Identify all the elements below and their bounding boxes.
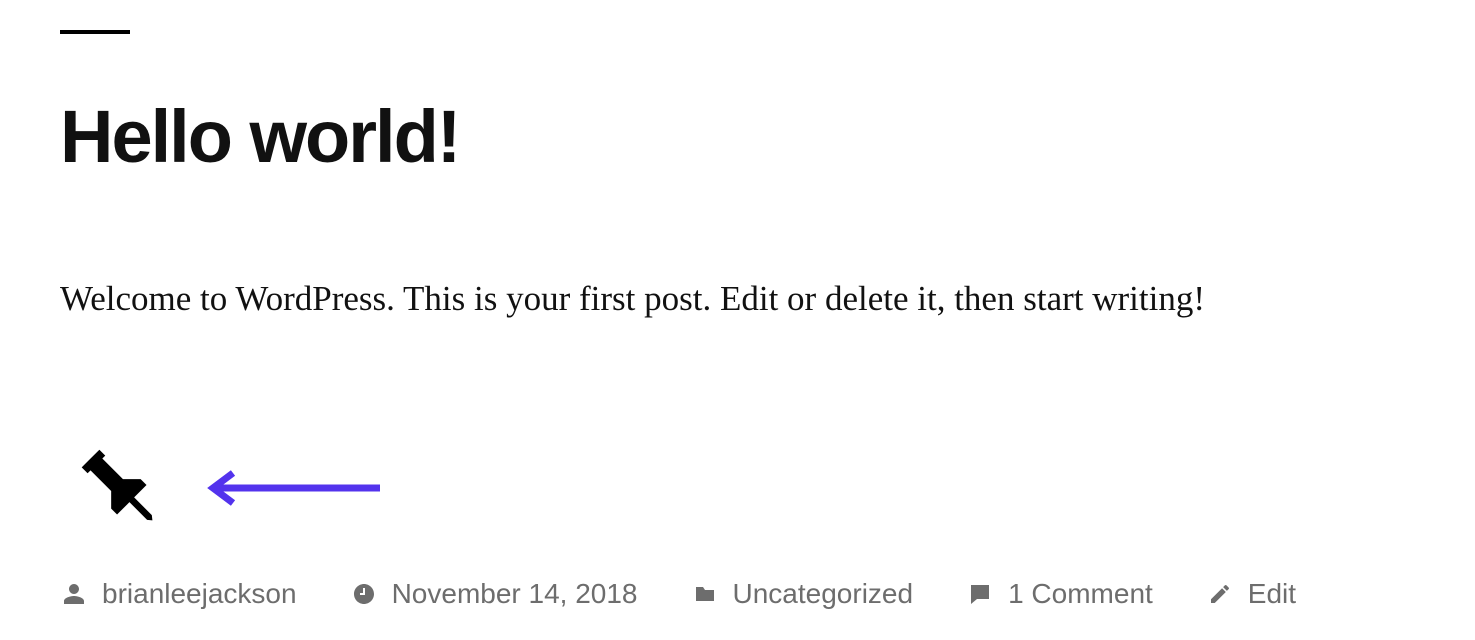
post-title-text: Hello world! xyxy=(60,95,459,178)
meta-author-text: brianleejackson xyxy=(102,578,297,610)
meta-comments[interactable]: 1 Comment xyxy=(968,578,1153,610)
post-excerpt: Welcome to WordPress. This is your first… xyxy=(60,274,1415,323)
person-icon xyxy=(62,582,86,606)
comment-icon xyxy=(968,582,992,606)
meta-category[interactable]: Uncategorized xyxy=(693,578,914,610)
pencil-icon xyxy=(1208,582,1232,606)
pin-icon xyxy=(70,438,170,538)
meta-edit[interactable]: Edit xyxy=(1208,578,1296,610)
meta-category-text: Uncategorized xyxy=(733,578,914,610)
meta-date[interactable]: November 14, 2018 xyxy=(352,578,638,610)
meta-edit-text: Edit xyxy=(1248,578,1296,610)
header-divider xyxy=(60,30,130,34)
post-meta: brianleejackson November 14, 2018 Uncate… xyxy=(60,578,1415,610)
post-title[interactable]: Hello world! xyxy=(60,94,1415,179)
meta-comments-text: 1 Comment xyxy=(1008,578,1153,610)
clock-icon xyxy=(352,582,376,606)
annotation-arrow-icon xyxy=(205,468,380,508)
sticky-pin-row xyxy=(60,438,1415,538)
meta-date-text: November 14, 2018 xyxy=(392,578,638,610)
meta-author[interactable]: brianleejackson xyxy=(62,578,297,610)
folder-icon xyxy=(693,582,717,606)
